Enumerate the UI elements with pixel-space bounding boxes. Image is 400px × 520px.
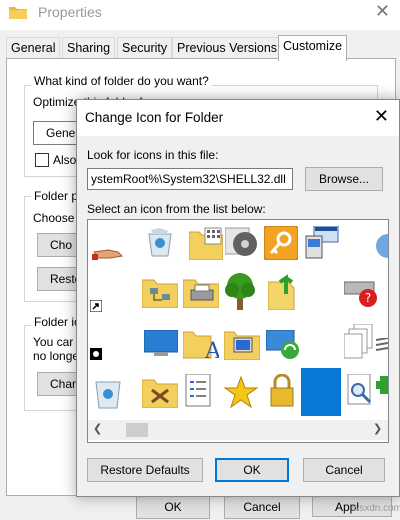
svg-text:?: ? — [365, 291, 371, 305]
scrollbar-thumb[interactable] — [126, 423, 148, 437]
tree-icon[interactable] — [222, 272, 258, 310]
disc-small-icon[interactable] — [90, 348, 102, 360]
globe-partial-icon[interactable] — [374, 230, 388, 262]
properties-close-icon[interactable]: ✕ — [375, 1, 390, 22]
shortcut-arrow-icon[interactable] — [90, 300, 102, 312]
browse-button[interactable]: Browse... — [305, 167, 383, 191]
folder-printer-icon[interactable] — [183, 276, 219, 308]
no-longer-text: no longe — [33, 349, 80, 363]
padlock-icon[interactable] — [268, 374, 296, 408]
properties-title: Properties — [38, 4, 102, 20]
change-icon-dialog: Change Icon for Folder ✕ Look for icons … — [76, 99, 400, 497]
dialog-title: Change Icon for Folder — [85, 110, 224, 125]
tab-customize[interactable]: Customize — [278, 35, 348, 61]
icon-list-scrollbar[interactable]: ❮ ❯ — [88, 420, 388, 440]
file-up-arrow-icon[interactable] — [268, 272, 298, 310]
restore-defaults-button[interactable]: Restore Defaults — [87, 458, 203, 482]
properties-cancel-button[interactable]: Cancel — [224, 495, 300, 519]
media-disc-icon[interactable] — [225, 226, 259, 258]
star-icon[interactable] — [224, 376, 258, 408]
computer-folder-icon[interactable] — [224, 326, 260, 360]
look-for-label: Look for icons in this file: — [87, 148, 219, 162]
also-apply-checkbox[interactable] — [35, 153, 49, 167]
blue-tile-icon[interactable] — [301, 368, 341, 416]
you-can-text: You car — [33, 335, 74, 349]
printer-error-icon[interactable]: ? — [344, 278, 378, 308]
folder-network-icon[interactable] — [142, 276, 178, 308]
also-apply-label: Also — [53, 153, 77, 167]
green-plus-icon[interactable] — [376, 374, 388, 396]
scroll-right-icon[interactable]: ❯ — [373, 422, 382, 435]
folder-grid-icon[interactable] — [189, 226, 223, 260]
checklist-icon[interactable] — [184, 374, 214, 408]
control-panel-icon[interactable] — [304, 226, 340, 260]
dialog-titlebar: Change Icon for Folder ✕ — [77, 100, 399, 136]
tab-previous-versions[interactable]: Previous Versions — [172, 37, 283, 59]
dialog-close-icon[interactable]: ✕ — [374, 106, 389, 127]
search-document-icon[interactable] — [346, 374, 376, 408]
icon-file-path-input[interactable] — [87, 168, 293, 190]
scroll-left-icon[interactable]: ❮ — [93, 422, 102, 435]
svg-text:A: A — [204, 339, 219, 360]
stripes-partial-icon[interactable] — [376, 338, 388, 352]
desktop-monitor-icon[interactable] — [144, 330, 178, 358]
folder-kind-heading: What kind of folder do you want? — [31, 74, 212, 88]
dialog-cancel-button[interactable]: Cancel — [303, 458, 385, 482]
tab-security[interactable]: Security — [117, 37, 173, 59]
dialog-ok-button[interactable]: OK — [215, 458, 289, 482]
properties-tabs: General Sharing Security Previous Versio… — [6, 35, 396, 61]
folder-font-icon[interactable]: A — [183, 326, 219, 360]
choose-label: Choose — [33, 211, 75, 225]
select-icon-label: Select an icon from the list below: — [87, 202, 266, 216]
recycle-bin-icon[interactable] — [94, 376, 122, 410]
documents-stack-icon[interactable] — [344, 324, 374, 360]
tab-sharing[interactable]: Sharing — [62, 37, 116, 59]
folder-tools-icon[interactable] — [142, 376, 178, 408]
icon-list[interactable]: ? A — [87, 219, 389, 443]
properties-ok-button[interactable]: OK — [136, 495, 210, 519]
key-icon[interactable] — [264, 226, 298, 260]
watermark: wsxdn.com — [352, 503, 400, 514]
folder-icon — [9, 7, 27, 19]
tab-general[interactable]: General — [6, 37, 61, 59]
network-sync-icon[interactable] — [266, 330, 300, 360]
properties-titlebar: Properties ✕ — [0, 0, 400, 30]
hand-share-icon[interactable] — [92, 242, 124, 264]
folder-pictures-heading: Folder p — [31, 189, 82, 203]
recycle-bin-full-icon[interactable] — [145, 226, 175, 258]
